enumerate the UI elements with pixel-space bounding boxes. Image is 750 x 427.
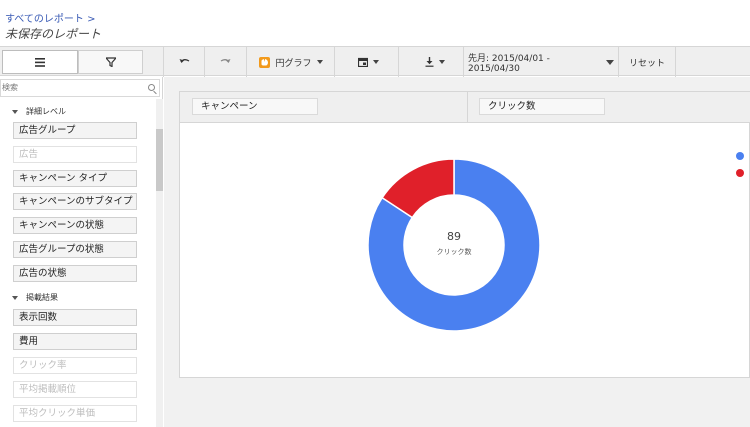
date-range-dropdown[interactable]: 先月: 2015/04/01 - 2015/04/30 xyxy=(468,50,614,74)
chevron-down-icon xyxy=(12,109,18,114)
field-ctr: クリック率 xyxy=(13,357,137,374)
section-label: 掲載結果 xyxy=(26,293,58,302)
undo-icon xyxy=(179,59,189,63)
calendar-dropdown[interactable] xyxy=(345,50,391,74)
field-avg-position: 平均掲載順位 xyxy=(13,381,137,398)
date-range-label: 先月: 2015/04/01 - 2015/04/30 xyxy=(468,53,550,74)
redo-icon xyxy=(220,59,230,63)
field-campaign-type[interactable]: キャンペーン タイプ xyxy=(13,170,137,187)
chart-type-dropdown[interactable]: 円グラフ xyxy=(252,50,330,74)
list-view-button[interactable] xyxy=(2,50,78,74)
field-avg-cpc: 平均クリック単価 xyxy=(13,405,137,422)
sidebar-scrollbar[interactable] xyxy=(156,99,163,427)
filter-button[interactable] xyxy=(78,50,143,74)
pie-chart-icon xyxy=(259,56,271,68)
chevron-down-icon xyxy=(372,60,379,64)
field-impressions[interactable]: 表示回数 xyxy=(13,309,137,326)
chart-type-label: 円グラフ xyxy=(275,58,312,69)
filter-icon xyxy=(105,57,116,67)
report-canvas: キャンペーン クリック数 89 クリック数 xyxy=(164,77,750,427)
calendar-icon xyxy=(357,57,368,67)
report-toolbar: 円グラフ 先月: 2015/04/01 - 2015/04/30 リセット xyxy=(0,46,750,77)
report-header: すべてのレポート > 未保存のレポート xyxy=(0,0,750,46)
chevron-down-icon xyxy=(606,59,614,65)
page-title[interactable]: 未保存のレポート xyxy=(5,25,101,42)
redo-button[interactable] xyxy=(208,50,242,74)
breadcrumb-all-reports[interactable]: すべてのレポート > xyxy=(5,10,95,25)
chart-panel-header: キャンペーン クリック数 xyxy=(180,92,750,123)
metric-chip[interactable]: クリック数 xyxy=(479,98,605,115)
field-ad-group[interactable]: 広告グループ xyxy=(13,122,137,139)
field-ad: 広告 xyxy=(13,146,137,163)
legend-dot-series-1 xyxy=(736,152,744,160)
dimension-chip[interactable]: キャンペーン xyxy=(192,98,318,115)
section-label: 詳細レベル xyxy=(26,107,66,116)
chart-center-value: 89 xyxy=(447,230,461,243)
legend-dot-series-2 xyxy=(736,169,744,177)
section-performance[interactable]: 掲載結果 xyxy=(12,292,58,303)
chart-center-label: クリック数 xyxy=(437,247,472,256)
undo-button[interactable] xyxy=(168,50,200,74)
section-detail-level[interactable]: 詳細レベル xyxy=(12,106,66,117)
list-icon xyxy=(35,57,45,67)
chevron-down-icon xyxy=(316,60,323,64)
chevron-down-icon xyxy=(439,60,445,64)
search-placeholder: 検索 xyxy=(2,83,18,92)
download-icon xyxy=(425,57,434,67)
reset-button[interactable]: リセット xyxy=(624,50,670,74)
field-ad-group-status[interactable]: 広告グループの状態 xyxy=(13,241,137,258)
search-icon xyxy=(148,84,155,91)
scroll-thumb[interactable] xyxy=(156,129,163,191)
download-dropdown[interactable] xyxy=(412,50,458,74)
donut-chart: 89 クリック数 xyxy=(367,158,541,332)
field-search-input[interactable]: 検索 xyxy=(0,79,160,97)
field-campaign-status[interactable]: キャンペーンの状態 xyxy=(13,217,137,234)
field-cost[interactable]: 費用 xyxy=(13,333,137,350)
chevron-down-icon xyxy=(12,295,18,300)
field-campaign-subtype[interactable]: キャンペーンのサブタイプ xyxy=(13,193,137,210)
field-sidebar: 検索 詳細レベル 広告グループ 広告 キャンペーン タイプ キャンペーンのサブタ… xyxy=(0,77,163,427)
field-ad-status[interactable]: 広告の状態 xyxy=(13,265,137,282)
chart-panel: キャンペーン クリック数 89 クリック数 xyxy=(179,91,750,378)
